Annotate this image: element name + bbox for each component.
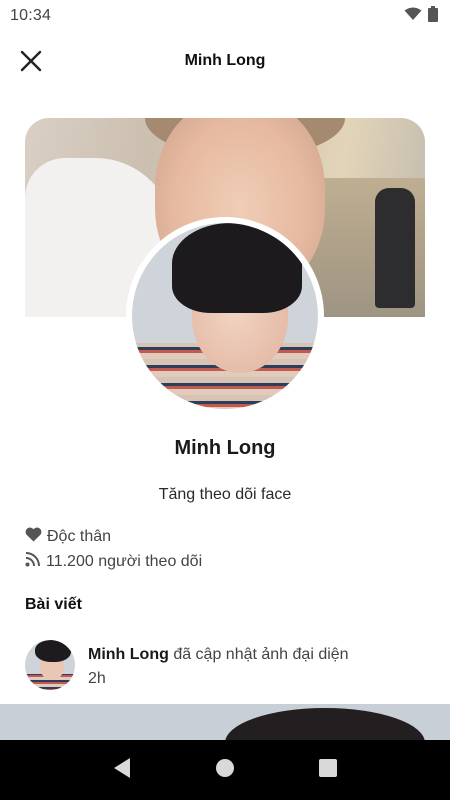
battery-icon (428, 5, 438, 27)
navigation-bar (0, 740, 450, 800)
post-time: 2h (88, 670, 106, 687)
heart-icon (25, 527, 42, 547)
relationship-info: Độc thân (25, 527, 111, 547)
post-image[interactable] (0, 704, 450, 740)
back-icon (112, 757, 132, 784)
profile-avatar[interactable] (132, 223, 318, 409)
home-button[interactable] (205, 750, 245, 790)
post-author-avatar[interactable] (25, 640, 75, 690)
posts-section-title: Bài viết (25, 596, 82, 613)
rss-icon (25, 551, 41, 572)
post-headline: Minh Long đã cập nhật ảnh đại diện (88, 646, 349, 664)
recents-button[interactable] (308, 750, 348, 790)
avatar-hair (172, 223, 302, 313)
followers-count: 11.200 người theo dõi (46, 552, 203, 570)
profile-name: Minh Long (174, 437, 276, 459)
profile-avatar-frame (126, 217, 324, 415)
status-time: 10:34 (10, 7, 52, 24)
post-author[interactable]: Minh Long (88, 646, 169, 663)
post-item[interactable]: Minh Long đã cập nhật ảnh đại diện 2h (25, 640, 435, 694)
recents-icon (319, 758, 338, 782)
post-action: đã cập nhật ảnh đại diện (173, 646, 349, 663)
header: Minh Long (0, 36, 450, 88)
post-image-hair (225, 708, 425, 740)
relationship-status: Độc thân (47, 528, 112, 545)
status-bar: 10:34 (0, 0, 450, 32)
status-icons (404, 5, 438, 27)
page-title: Minh Long (184, 52, 266, 69)
profile-bio: Tăng theo dõi face (158, 486, 292, 503)
followers-info: 11.200 người theo dõi (25, 551, 202, 572)
cover-background-person (375, 188, 415, 308)
back-button[interactable] (102, 750, 142, 790)
home-icon (215, 758, 235, 783)
wifi-icon (404, 7, 422, 26)
mini-hair (35, 640, 71, 662)
